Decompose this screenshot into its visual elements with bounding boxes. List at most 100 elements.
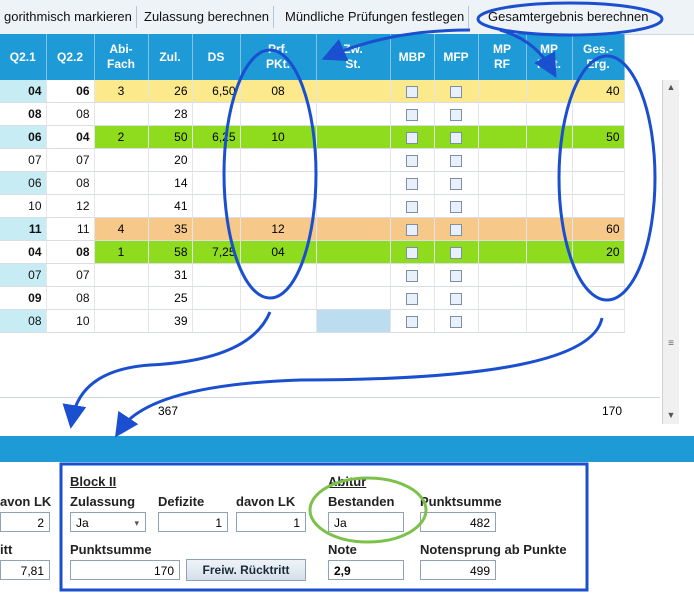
mbp-checkbox[interactable] <box>406 154 418 167</box>
zw-st-cell[interactable] <box>316 240 391 264</box>
mfp-checkbox-cell[interactable] <box>434 240 479 264</box>
q22-cell[interactable]: 04 <box>46 125 95 149</box>
prf-pkt-cell[interactable] <box>240 148 317 172</box>
mfp-checkbox[interactable] <box>450 269 462 282</box>
mp-pkt-cell[interactable] <box>526 102 573 126</box>
mbp-checkbox[interactable] <box>406 246 418 259</box>
mfp-checkbox[interactable] <box>450 154 462 167</box>
ds-cell[interactable] <box>192 148 241 172</box>
q21-cell[interactable]: 10 <box>0 194 47 218</box>
ds-cell[interactable]: 6,50 <box>192 80 241 103</box>
ds-cell[interactable] <box>192 194 241 218</box>
ges-erg-cell[interactable] <box>572 194 625 218</box>
q21-cell[interactable]: 08 <box>0 102 47 126</box>
column-header[interactable]: MP PKt. <box>526 34 573 80</box>
scroll-grip-icon[interactable]: ≡ <box>665 338 677 352</box>
zul-cell[interactable]: 28 <box>148 102 193 126</box>
zul-cell[interactable]: 58 <box>148 240 193 264</box>
mbp-checkbox[interactable] <box>406 131 418 144</box>
column-header[interactable]: Q2.2 <box>46 34 95 80</box>
ges-erg-cell[interactable]: 20 <box>572 240 625 264</box>
zul-cell[interactable]: 50 <box>148 125 193 149</box>
ges-erg-cell[interactable] <box>572 148 625 172</box>
mfp-checkbox-cell[interactable] <box>434 102 479 126</box>
mp-pkt-cell[interactable] <box>526 240 573 264</box>
vertical-scrollbar[interactable]: ▲ ≡ ▼ <box>662 80 679 424</box>
q21-cell[interactable]: 07 <box>0 148 47 172</box>
mp-pkt-cell[interactable] <box>526 148 573 172</box>
zw-st-cell[interactable] <box>316 125 391 149</box>
abi-fach-cell[interactable] <box>94 194 149 218</box>
punktsumme-field[interactable]: 170 <box>70 560 180 580</box>
column-header[interactable]: Zul. <box>148 34 193 80</box>
abi-fach-cell[interactable]: 2 <box>94 125 149 149</box>
notensprung-field[interactable]: 499 <box>420 560 496 580</box>
abi-fach-cell[interactable]: 3 <box>94 80 149 103</box>
toolbar-gesamtergebnis-berechnen[interactable]: Gesamtergebnis berechnen <box>484 6 652 28</box>
table-row[interactable]: 08 08 28 <box>0 102 625 126</box>
mfp-checkbox-cell[interactable] <box>434 125 479 149</box>
mfp-checkbox[interactable] <box>450 131 462 144</box>
mbp-checkbox[interactable] <box>406 223 418 236</box>
mbp-checkbox[interactable] <box>406 177 418 190</box>
prf-pkt-cell[interactable] <box>240 309 317 333</box>
bestanden-field[interactable]: Ja <box>328 512 404 532</box>
mp-pkt-cell[interactable] <box>526 217 573 241</box>
prf-pkt-cell[interactable] <box>240 102 317 126</box>
mfp-checkbox-cell[interactable] <box>434 80 479 103</box>
prf-pkt-cell[interactable] <box>240 194 317 218</box>
zw-st-cell[interactable] <box>316 194 391 218</box>
mp-rf-cell[interactable] <box>478 80 527 103</box>
mbp-checkbox-cell[interactable] <box>390 217 435 241</box>
q22-cell[interactable]: 08 <box>46 171 95 195</box>
q22-cell[interactable]: 07 <box>46 148 95 172</box>
q22-cell[interactable]: 08 <box>46 240 95 264</box>
mfp-checkbox[interactable] <box>450 177 462 190</box>
ds-cell[interactable]: 7,25 <box>192 240 241 264</box>
mp-rf-cell[interactable] <box>478 217 527 241</box>
mfp-checkbox[interactable] <box>450 315 462 328</box>
abi-fach-cell[interactable] <box>94 102 149 126</box>
ges-erg-cell[interactable]: 50 <box>572 125 625 149</box>
mbp-checkbox[interactable] <box>406 269 418 282</box>
davon-lk-field[interactable]: 1 <box>236 512 306 532</box>
mfp-checkbox[interactable] <box>450 223 462 236</box>
column-header[interactable]: MBP <box>390 34 435 80</box>
ges-erg-cell[interactable]: 60 <box>572 217 625 241</box>
mbp-checkbox[interactable] <box>406 108 418 121</box>
ds-cell[interactable] <box>192 309 241 333</box>
q22-cell[interactable]: 07 <box>46 263 95 287</box>
table-row[interactable]: 09 08 25 <box>0 286 625 310</box>
defizite-field[interactable]: 1 <box>158 512 228 532</box>
q22-cell[interactable]: 06 <box>46 80 95 103</box>
mp-pkt-cell[interactable] <box>526 80 573 103</box>
ges-erg-cell[interactable]: 40 <box>572 80 625 103</box>
zw-st-cell[interactable] <box>316 102 391 126</box>
mp-pkt-cell[interactable] <box>526 263 573 287</box>
table-row[interactable]: 06 04 2 50 6,25 10 50 <box>0 125 625 149</box>
q22-cell[interactable]: 08 <box>46 102 95 126</box>
mbp-checkbox[interactable] <box>406 85 418 98</box>
mbp-checkbox-cell[interactable] <box>390 309 435 333</box>
ds-cell[interactable] <box>192 286 241 310</box>
mp-pkt-cell[interactable] <box>526 309 573 333</box>
mp-pkt-cell[interactable] <box>526 171 573 195</box>
column-header[interactable]: DS <box>192 34 241 80</box>
table-row[interactable]: 11 11 4 35 12 60 <box>0 217 625 241</box>
zul-cell[interactable]: 39 <box>148 309 193 333</box>
table-row[interactable]: 07 07 20 <box>0 148 625 172</box>
mfp-checkbox-cell[interactable] <box>434 263 479 287</box>
q21-cell[interactable]: 04 <box>0 80 47 103</box>
mbp-checkbox-cell[interactable] <box>390 125 435 149</box>
ds-cell[interactable] <box>192 171 241 195</box>
q22-cell[interactable]: 10 <box>46 309 95 333</box>
mp-rf-cell[interactable] <box>478 148 527 172</box>
q22-cell[interactable]: 08 <box>46 286 95 310</box>
mp-rf-cell[interactable] <box>478 263 527 287</box>
mp-rf-cell[interactable] <box>478 286 527 310</box>
scroll-down-icon[interactable]: ▼ <box>665 410 677 420</box>
toolbar-muendliche-pruefungen[interactable]: Mündliche Prüfungen festlegen <box>281 6 470 28</box>
table-row[interactable]: 10 12 41 <box>0 194 625 218</box>
mp-rf-cell[interactable] <box>478 171 527 195</box>
abi-fach-cell[interactable] <box>94 286 149 310</box>
